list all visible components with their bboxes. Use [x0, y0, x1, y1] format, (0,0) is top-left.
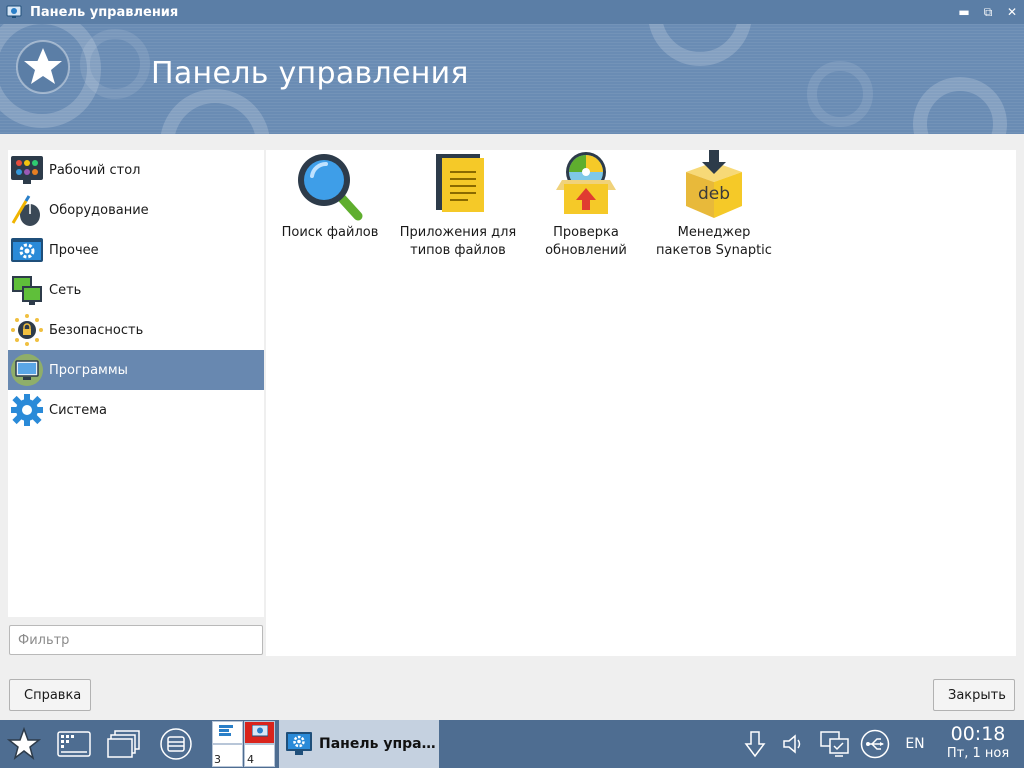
- sidebar-item-label: Рабочий стол: [49, 162, 141, 178]
- help-button[interactable]: Справка: [9, 679, 91, 711]
- start-menu-button[interactable]: [4, 720, 44, 768]
- sidebar-item-label: Сеть: [49, 282, 82, 298]
- header-banner: Панель управления: [0, 24, 1024, 134]
- filter-input[interactable]: [9, 625, 263, 655]
- workspace-4[interactable]: 4: [244, 744, 275, 767]
- windows-stack-icon: [107, 730, 140, 758]
- clock[interactable]: 00:18 Пт, 1 ноя: [935, 722, 1021, 762]
- display-check-icon: [820, 731, 849, 757]
- workspace-pager: 3 4: [212, 720, 276, 768]
- workspace-1[interactable]: [212, 721, 243, 744]
- close-dialog-button[interactable]: Закрыть: [933, 679, 1015, 711]
- window-thumbnail-icon: [219, 725, 233, 736]
- network-tray-button[interactable]: [858, 720, 892, 768]
- task-label: Панель упра…: [319, 736, 436, 752]
- applet-label: Приложения для типов файлов: [399, 225, 517, 258]
- svg-text:deb: deb: [698, 184, 730, 204]
- display-tray-button[interactable]: [818, 720, 852, 768]
- security-icon: [10, 313, 44, 347]
- close-icon: ✕: [1006, 5, 1018, 19]
- sidebar-item-label: Система: [49, 402, 108, 418]
- minimize-button[interactable]: ▬: [952, 0, 976, 24]
- sidebar-item-security[interactable]: Безопасность: [8, 310, 264, 350]
- star-logo-icon: [16, 40, 70, 94]
- taskbar-task-control-panel[interactable]: Панель упра…: [279, 720, 439, 768]
- window-titlebar[interactable]: Панель управления ▬ ⧉ ✕: [0, 0, 1024, 24]
- applet-file-search[interactable]: Поиск файлов: [266, 150, 394, 242]
- sidebar-item-network[interactable]: Сеть: [8, 270, 264, 310]
- clock-time: 00:18: [950, 723, 1006, 745]
- system-gear-icon: [10, 393, 44, 427]
- network-icon: [10, 273, 44, 307]
- update-check-icon: [556, 152, 616, 214]
- control-panel-task-icon: [286, 732, 312, 755]
- workspace-2[interactable]: [244, 721, 275, 744]
- app-grid-button[interactable]: [54, 720, 94, 768]
- file-types-icon: [436, 154, 484, 212]
- applet-label: Поиск файлов: [281, 225, 379, 240]
- restore-button[interactable]: ⧉: [976, 0, 1000, 24]
- star-menu-icon: [7, 727, 41, 760]
- file-search-icon: [298, 154, 363, 221]
- control-panel-icon: [6, 4, 22, 20]
- clock-date: Пт, 1 ноя: [946, 746, 1010, 761]
- hardware-icon: [10, 193, 44, 227]
- network-share-icon: [860, 729, 890, 759]
- close-button[interactable]: ✕: [1000, 0, 1024, 24]
- applet-label: Проверка обновлений: [545, 225, 627, 258]
- updates-tray-button[interactable]: [740, 720, 770, 768]
- sidebar-item-label: Программы: [49, 362, 128, 378]
- synaptic-package-icon: deb: [686, 150, 742, 218]
- window-title: Панель управления: [30, 4, 179, 20]
- app-grid-icon: [57, 731, 91, 757]
- other-icon: [10, 233, 44, 267]
- content-area: Рабочий стол Оборудование Прочее Сеть Бе…: [0, 134, 1024, 720]
- file-manager-icon: [160, 728, 192, 760]
- applet-synaptic[interactable]: deb Менеджер пакетов Synaptic: [650, 150, 778, 260]
- applets-panel: Поиск файлов Приложения для типов файлов: [266, 150, 1016, 656]
- minimize-icon: ▬: [958, 5, 970, 19]
- applet-update-check[interactable]: Проверка обновлений: [522, 150, 650, 260]
- applet-label: Менеджер пакетов Synaptic: [656, 225, 772, 258]
- speaker-icon: [783, 734, 801, 754]
- desktop-icon: [10, 153, 44, 187]
- sidebar-item-label: Безопасность: [49, 322, 144, 338]
- show-windows-button[interactable]: [104, 720, 144, 768]
- workspace-3[interactable]: 3: [212, 744, 243, 767]
- sidebar-item-label: Оборудование: [49, 202, 149, 218]
- volume-tray-button[interactable]: [778, 720, 808, 768]
- sidebar-item-system[interactable]: Система: [8, 390, 264, 430]
- sidebar-item-desktop[interactable]: Рабочий стол: [8, 150, 264, 190]
- sidebar-item-programs[interactable]: Программы: [8, 350, 264, 390]
- sidebar-item-hardware[interactable]: Оборудование: [8, 190, 264, 230]
- taskbar: 3 4 Панель упра… EN 00:18 Пт, 1 ноя: [0, 720, 1024, 768]
- download-arrow-icon: [744, 731, 766, 758]
- restore-icon: ⧉: [983, 4, 993, 19]
- programs-icon: [10, 353, 44, 387]
- control-panel-thumbnail-icon: [252, 725, 268, 737]
- sidebar-item-other[interactable]: Прочее: [8, 230, 264, 270]
- keyboard-layout-indicator[interactable]: EN: [898, 720, 932, 768]
- category-sidebar: Рабочий стол Оборудование Прочее Сеть Бе…: [8, 150, 264, 617]
- page-title: Панель управления: [151, 56, 469, 91]
- applet-file-types[interactable]: Приложения для типов файлов: [394, 150, 522, 260]
- sidebar-item-label: Прочее: [49, 242, 99, 258]
- file-manager-button[interactable]: [156, 720, 196, 768]
